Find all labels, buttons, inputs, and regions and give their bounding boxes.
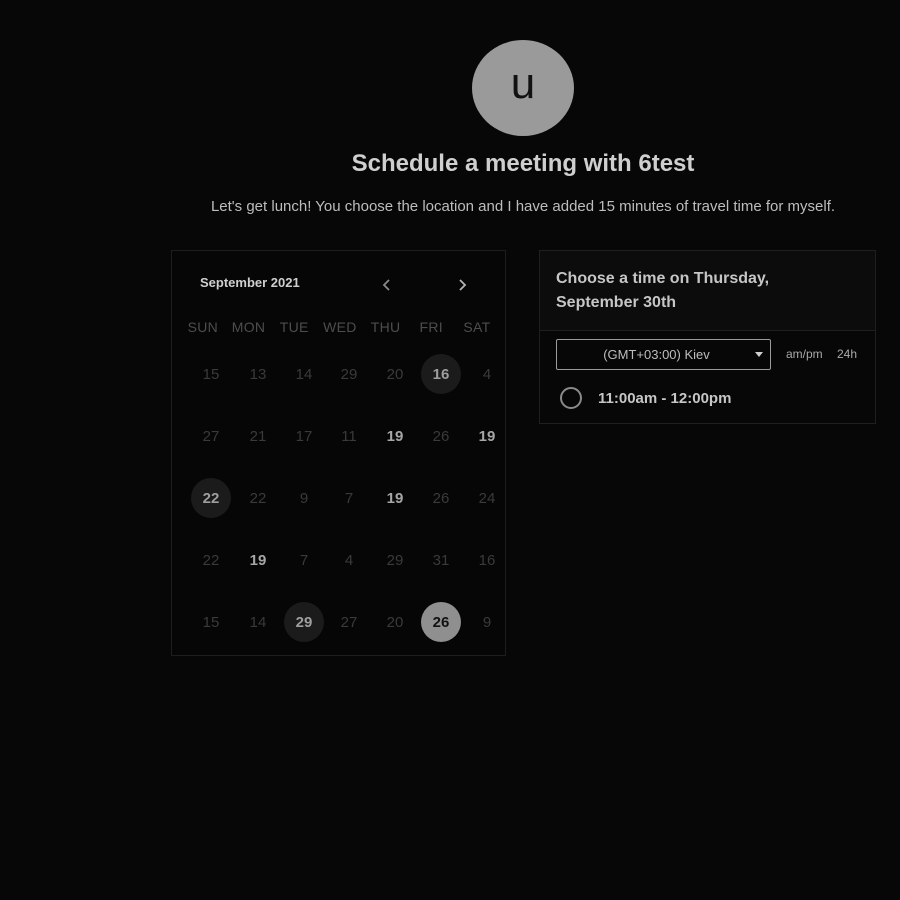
chevron-right-icon xyxy=(459,279,467,291)
timezone-select[interactable]: (GMT+03:00) Kiev xyxy=(556,339,771,370)
page-title: Schedule a meeting with 6test xyxy=(351,150,695,177)
calendar-day[interactable]: 7 xyxy=(329,478,369,518)
weekday-sun: SUN xyxy=(187,319,219,335)
avatar: u xyxy=(472,40,574,136)
calendar-day[interactable]: 15 xyxy=(191,354,231,394)
calendar-day[interactable]: 22 xyxy=(191,540,231,580)
calendar-day[interactable]: 13 xyxy=(238,354,278,394)
calendar: September 2021 SUN MON TUE WED THU FRI S… xyxy=(171,250,506,656)
time-slot-option[interactable]: 11:00am - 12:00pm xyxy=(560,387,731,409)
calendar-day[interactable]: 16 xyxy=(467,540,507,580)
calendar-day[interactable]: 15 xyxy=(191,602,231,642)
calendar-day[interactable]: 26 xyxy=(421,416,461,456)
calendar-day[interactable]: 11 xyxy=(329,416,369,456)
calendar-day[interactable]: 4 xyxy=(329,540,369,580)
calendar-day[interactable]: 16 xyxy=(421,354,461,394)
calendar-day[interactable]: 14 xyxy=(284,354,324,394)
calendar-day[interactable]: 19 xyxy=(375,478,415,518)
calendar-day[interactable]: 9 xyxy=(284,478,324,518)
calendar-day[interactable]: 20 xyxy=(375,354,415,394)
calendar-day[interactable]: 27 xyxy=(191,416,231,456)
calendar-day[interactable]: 4 xyxy=(467,354,507,394)
calendar-day[interactable]: 19 xyxy=(375,416,415,456)
calendar-day[interactable]: 29 xyxy=(329,354,369,394)
weekday-wed: WED xyxy=(323,319,357,335)
weekday-thu: THU xyxy=(370,319,401,335)
calendar-day[interactable]: 9 xyxy=(467,602,507,642)
calendar-day[interactable]: 24 xyxy=(467,478,507,518)
calendar-day[interactable]: 29 xyxy=(284,602,324,642)
weekday-mon: MON xyxy=(231,319,266,335)
time-picker-panel: Choose a time on Thursday, September 30t… xyxy=(539,250,876,424)
format-24h-toggle[interactable]: 24h xyxy=(837,347,857,361)
radio-button[interactable] xyxy=(560,387,582,409)
calendar-day[interactable]: 27 xyxy=(329,602,369,642)
scheduling-page: u Schedule a meeting with 6test Let's ge… xyxy=(0,0,900,900)
calendar-day[interactable]: 21 xyxy=(238,416,278,456)
timezone-value: (GMT+03:00) Kiev xyxy=(603,347,710,362)
calendar-day[interactable]: 29 xyxy=(375,540,415,580)
format-ampm-toggle[interactable]: am/pm xyxy=(786,347,823,361)
weekday-fri: FRI xyxy=(419,319,443,335)
weekday-header: SUN MON TUE WED THU FRI SAT xyxy=(180,319,500,335)
calendar-day[interactable]: 20 xyxy=(375,602,415,642)
caret-down-icon xyxy=(748,352,770,357)
calendar-day[interactable]: 31 xyxy=(421,540,461,580)
chevron-left-icon xyxy=(382,279,390,291)
prev-month-button[interactable] xyxy=(375,273,399,297)
calendar-day[interactable]: 22 xyxy=(238,478,278,518)
next-month-button[interactable] xyxy=(450,273,474,297)
calendar-day[interactable]: 19 xyxy=(467,416,507,456)
time-panel-header: Choose a time on Thursday, September 30t… xyxy=(540,251,875,331)
calendar-day[interactable]: 19 xyxy=(238,540,278,580)
calendar-day[interactable]: 17 xyxy=(284,416,324,456)
calendar-day[interactable]: 14 xyxy=(238,602,278,642)
time-panel-title: Choose a time on Thursday, September 30t… xyxy=(556,270,770,311)
calendar-day[interactable]: 26 xyxy=(421,478,461,518)
calendar-day[interactable]: 22 xyxy=(191,478,231,518)
calendar-month-label: September 2021 xyxy=(200,275,300,290)
avatar-initial: u xyxy=(510,59,536,108)
calendar-day[interactable]: 7 xyxy=(284,540,324,580)
weekday-tue: TUE xyxy=(279,319,309,335)
weekday-sat: SAT xyxy=(463,319,491,335)
calendar-day-selected[interactable]: 26 xyxy=(421,602,461,642)
time-slot-label: 11:00am - 12:00pm xyxy=(598,389,732,407)
meeting-description: Let's get lunch! You choose the location… xyxy=(210,198,836,215)
